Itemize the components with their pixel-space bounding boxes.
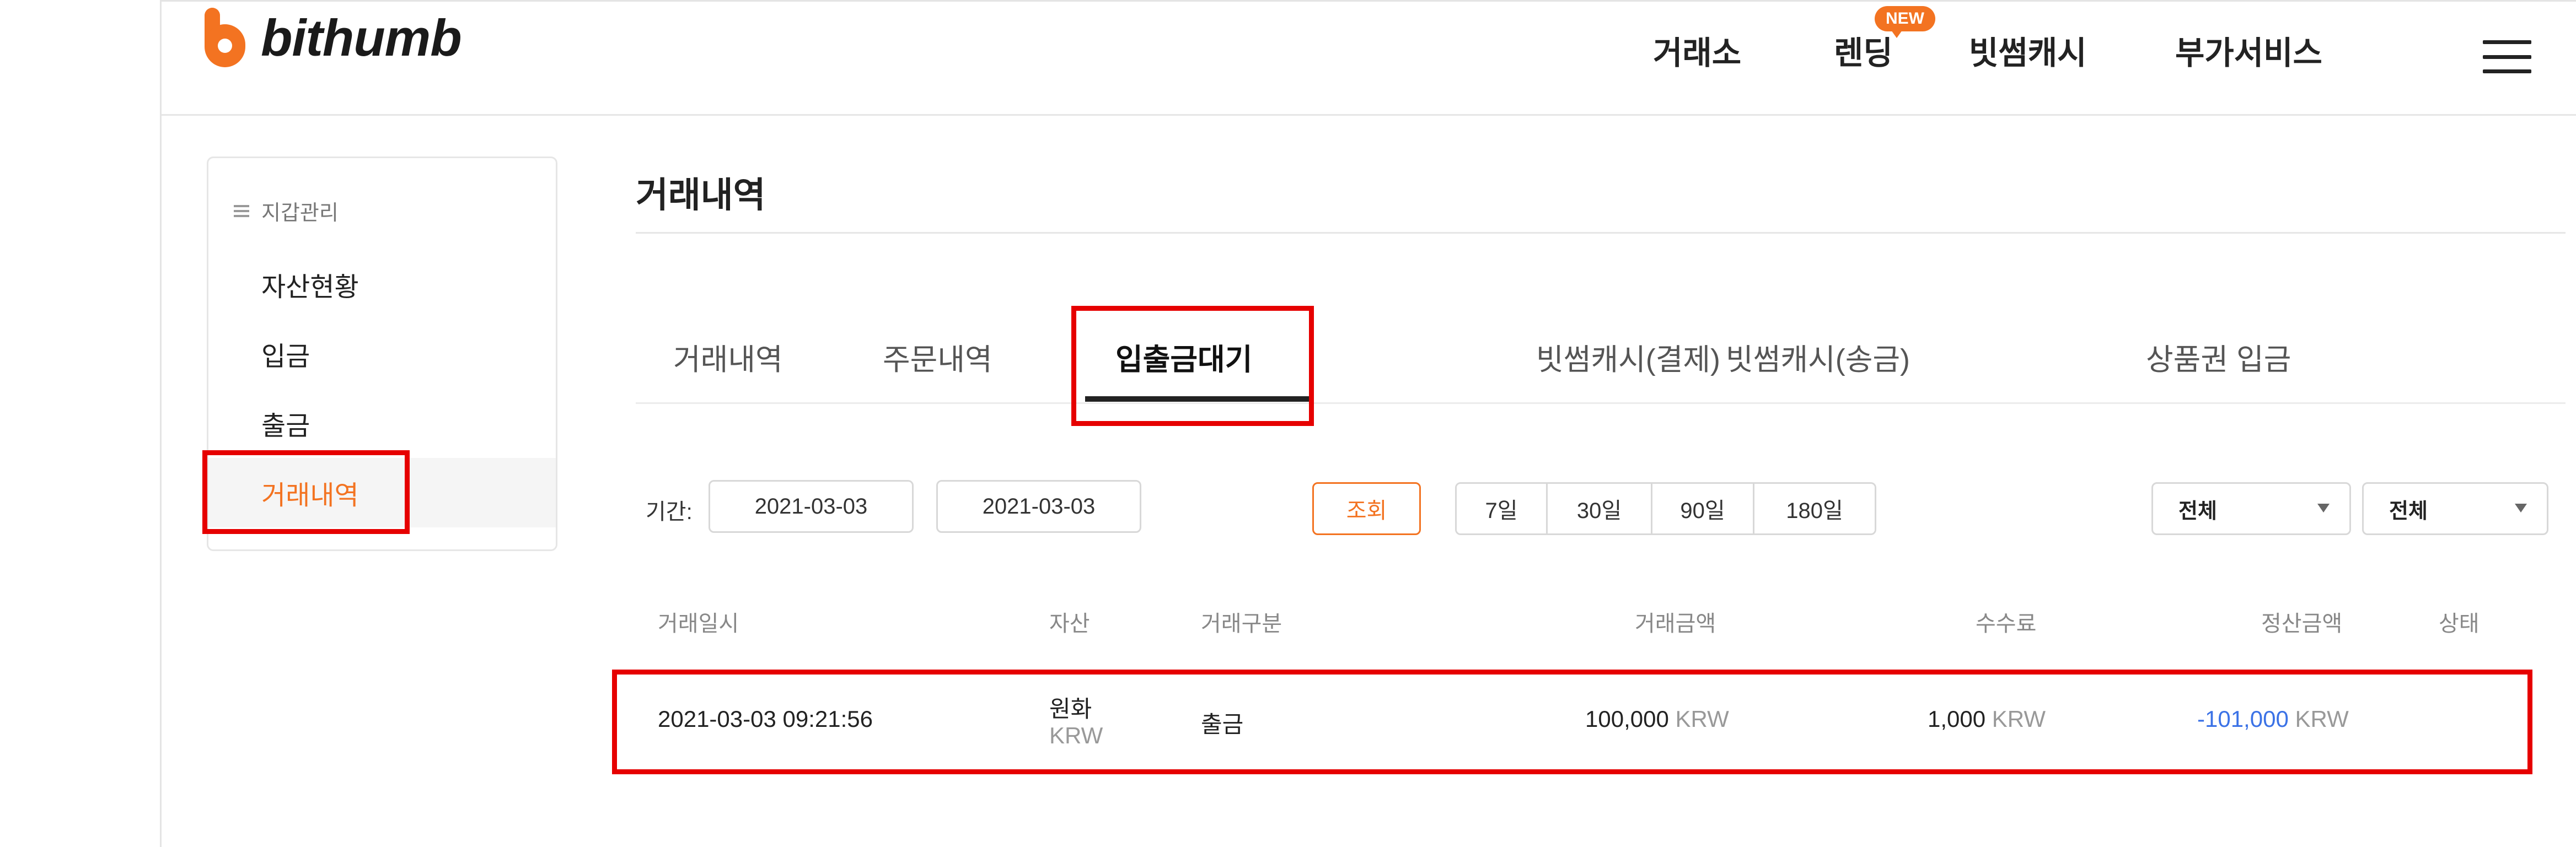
sidebar-item-assets[interactable]: 자산현황 <box>208 250 556 319</box>
col-datetime: 거래일시 <box>658 612 739 636</box>
tab-trade-history[interactable]: 거래내역 <box>673 335 783 379</box>
sidebar-item-history[interactable]: 거래내역 <box>208 458 556 527</box>
start-date-input[interactable]: 2021-03-03 <box>709 480 914 533</box>
nav-bithumb-cash[interactable]: 빗썸캐시 <box>1969 27 2086 73</box>
bithumb-logo[interactable]: bithumb <box>201 5 462 71</box>
nav-lending[interactable]: 렌딩 <box>1834 27 1893 73</box>
row-amount: 100,000 KRW <box>1585 706 1729 732</box>
row-amount-value: 100,000 <box>1585 706 1669 732</box>
chevron-down-icon <box>2317 504 2330 512</box>
col-fee: 수수료 <box>1976 612 2037 636</box>
col-status: 상태 <box>2439 612 2480 636</box>
page-title: 거래내역 <box>636 175 766 215</box>
row-settlement: -101,000 KRW <box>2197 706 2349 732</box>
sidebar-item-deposit[interactable]: 입금 <box>208 319 556 389</box>
row-fee: 1,000 KRW <box>1928 706 2046 732</box>
row-asset-code: KRW <box>1049 722 1103 748</box>
title-divider <box>636 232 2566 234</box>
tab-gift-card-deposit[interactable]: 상품권 입금 <box>2146 335 2291 379</box>
filter-select-1-value: 전체 <box>2178 499 2217 523</box>
top-header: bithumb 거래소 렌딩 NEW 빗썸캐시 부가서비스 <box>162 2 2576 116</box>
range-30d-button[interactable]: 30일 <box>1548 484 1652 533</box>
period-range-group: 7일 30일 90일 180일 <box>1455 482 1876 535</box>
filter-select-1[interactable]: 전체 <box>2151 482 2351 535</box>
col-settlement: 정산금액 <box>2261 612 2343 636</box>
history-tabs: 거래내역 주문내역 입출금대기 빗썸캐시(결제) 빗썸캐시(송금) 상품권 입금 <box>636 299 2566 404</box>
end-date-input[interactable]: 2021-03-03 <box>936 480 1141 533</box>
tab-cash-payment[interactable]: 빗썸캐시(결제) <box>1536 335 1720 379</box>
sidebar-item-withdraw[interactable]: 출금 <box>208 389 556 458</box>
tab-pending-transfers[interactable]: 입출금대기 <box>1115 335 1252 379</box>
row-fee-unit: KRW <box>1992 706 2046 732</box>
sidebar-heading-label: 지갑관리 <box>261 202 339 225</box>
sidebar-heading: 지갑관리 <box>234 196 339 226</box>
row-settlement-value: -101,000 <box>2197 706 2289 732</box>
filter-select-2-value: 전체 <box>2389 499 2428 523</box>
period-label: 기간: <box>646 500 693 524</box>
logo-mark-icon <box>201 8 249 68</box>
row-fee-value: 1,000 <box>1928 706 1986 732</box>
new-badge: NEW <box>1875 6 1935 38</box>
tab-order-history[interactable]: 주문내역 <box>883 335 992 379</box>
nav-extra-services[interactable]: 부가서비스 <box>2175 27 2322 73</box>
search-button[interactable]: 조회 <box>1312 482 1421 535</box>
page-frame: bithumb 거래소 렌딩 NEW 빗썸캐시 부가서비스 지갑관리 자산현황 … <box>160 0 2576 847</box>
row-type: 출금 <box>1201 711 1244 737</box>
hamburger-icon[interactable] <box>2483 40 2531 73</box>
row-amount-unit: KRW <box>1675 706 1729 732</box>
filter-select-2[interactable]: 전체 <box>2362 482 2548 535</box>
col-asset: 자산 <box>1049 612 1090 636</box>
col-type: 거래구분 <box>1201 612 1282 636</box>
range-180d-button[interactable]: 180일 <box>1754 484 1875 533</box>
logo-text: bithumb <box>261 9 462 67</box>
nav-exchange[interactable]: 거래소 <box>1653 27 1741 73</box>
col-amount: 거래금액 <box>1635 612 1716 636</box>
range-90d-button[interactable]: 90일 <box>1652 484 1754 533</box>
row-asset-name: 원화 <box>1049 696 1092 722</box>
wallet-sidebar: 지갑관리 자산현황 입금 출금 거래내역 <box>207 157 557 551</box>
list-icon <box>234 204 249 217</box>
row-settlement-unit: KRW <box>2295 706 2349 732</box>
range-7d-button[interactable]: 7일 <box>1457 484 1548 533</box>
active-tab-underline <box>1085 396 1311 402</box>
chevron-down-icon <box>2515 504 2527 512</box>
tab-cash-transfer[interactable]: 빗썸캐시(송금) <box>1726 335 1910 379</box>
row-datetime: 2021-03-03 09:21:56 <box>658 706 873 732</box>
